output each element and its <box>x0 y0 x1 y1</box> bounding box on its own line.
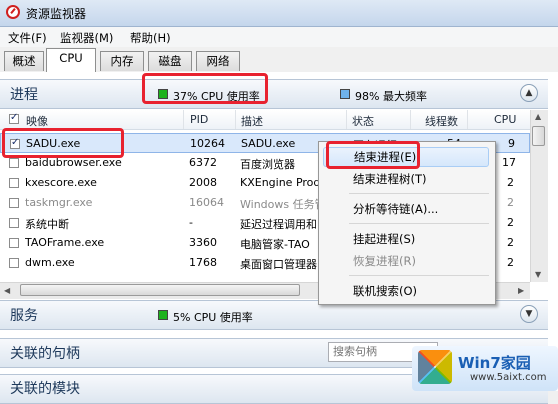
menu-item-search-online[interactable]: 联机搜索(O) <box>323 281 489 301</box>
end-process-highlight <box>326 141 420 169</box>
row-image: dwm.exe <box>25 256 75 269</box>
row-description: Windows 任务管 <box>240 198 318 211</box>
services-cpu-swatch <box>158 310 168 320</box>
tab-cpu[interactable]: CPU <box>46 48 96 73</box>
row-image: 系统中断 <box>25 218 69 231</box>
row-description: 电脑管家-TAO <box>240 238 310 251</box>
row-description: KXEngine Prod <box>240 176 318 189</box>
row-checkbox[interactable] <box>9 198 19 208</box>
column-image[interactable]: 映像 <box>26 113 48 129</box>
menu-separator <box>349 193 489 194</box>
column-description[interactable]: 描述 <box>241 113 263 129</box>
windows-logo-overlay <box>418 350 452 384</box>
row-cpu: 9 <box>508 137 515 150</box>
vertical-scroll-thumb[interactable] <box>532 126 545 146</box>
column-separator <box>410 110 411 129</box>
column-separator <box>346 110 347 129</box>
scroll-down-icon[interactable]: ▼ <box>535 270 541 279</box>
column-cpu[interactable]: CPU <box>494 113 516 126</box>
resource-monitor-icon <box>6 5 20 19</box>
max-frequency-label: 98% 最大频率 <box>355 90 427 103</box>
scroll-right-icon[interactable]: ▶ <box>518 286 524 295</box>
handles-section-title: 关联的句柄 <box>10 346 80 362</box>
row-pid: 6372 <box>189 156 217 169</box>
tab-overview[interactable]: 概述 <box>4 51 44 71</box>
process-section-header[interactable]: 进程 37% CPU 使用率 98% 最大频率 ▲ <box>0 79 548 109</box>
services-cpu-label: 5% CPU 使用率 <box>173 311 253 324</box>
tab-network[interactable]: 网络 <box>196 51 240 71</box>
row-image: kxescore.exe <box>25 176 97 189</box>
row-checkbox[interactable] <box>9 158 19 168</box>
row-image: taskmgr.exe <box>25 196 93 209</box>
window-title: 资源监视器 <box>26 7 87 21</box>
menu-item-suspend-process[interactable]: 挂起进程(S) <box>323 229 489 249</box>
row-checkbox[interactable] <box>9 258 19 268</box>
menu-monitor[interactable]: 监视器(M) <box>60 30 113 46</box>
row-cpu: 17 <box>502 156 516 169</box>
row-pid: 3360 <box>189 236 217 249</box>
cpu-usage-highlight <box>142 73 268 104</box>
menu-separator <box>349 275 489 276</box>
menu-item-resume-process[interactable]: 恢复进程(R) <box>323 251 489 271</box>
row-cpu: 2 <box>507 236 514 249</box>
row-description: 延迟过程调用和 <box>240 218 317 231</box>
scroll-left-icon[interactable]: ◀ <box>4 286 10 295</box>
row-cpu: 2 <box>507 176 514 189</box>
row-cpu: 2 <box>507 256 514 269</box>
menu-bar: 文件(F) 监视器(M) 帮助(H) <box>0 27 558 47</box>
scroll-up-icon[interactable]: ▲ <box>535 112 541 121</box>
row-pid: 10264 <box>190 137 225 150</box>
tab-memory[interactable]: 内存 <box>100 51 144 71</box>
row-pid: 2008 <box>189 176 217 189</box>
column-status[interactable]: 状态 <box>352 113 374 129</box>
column-pid[interactable]: PID <box>190 113 208 126</box>
max-frequency-swatch <box>340 89 350 99</box>
row-description: 桌面窗口管理器 <box>240 258 317 271</box>
tab-strip: 概述 CPU 内存 磁盘 网络 <box>0 48 558 73</box>
services-section-title: 服务 <box>10 308 38 324</box>
row-pid: - <box>189 216 193 229</box>
column-threads[interactable]: 线程数 <box>425 113 458 129</box>
row-image: TAOFrame.exe <box>25 236 105 249</box>
collapse-processes-button[interactable]: ▲ <box>520 84 538 102</box>
row-checkbox[interactable] <box>9 218 19 228</box>
row-description: 百度浏览器 <box>240 158 295 171</box>
menu-help[interactable]: 帮助(H) <box>130 30 171 46</box>
title-bar: 资源监视器 <box>0 0 558 27</box>
column-separator <box>467 110 468 129</box>
row-cpu: 2 <box>507 216 514 229</box>
select-all-checkbox[interactable] <box>9 112 19 124</box>
row-checkbox[interactable] <box>9 238 19 248</box>
menu-file[interactable]: 文件(F) <box>8 30 47 46</box>
tab-disk[interactable]: 磁盘 <box>148 51 192 71</box>
row-checkbox[interactable] <box>9 178 19 188</box>
horizontal-scroll-thumb[interactable] <box>20 284 300 296</box>
process-table-header: 映像 PID 描述 状态 线程数 CPU <box>0 110 530 130</box>
row-pid: 1768 <box>189 256 217 269</box>
expand-services-button[interactable]: ▼ <box>520 305 538 323</box>
row-pid: 16064 <box>189 196 224 209</box>
menu-separator <box>349 223 489 224</box>
watermark-url: www.5aixt.com <box>470 372 547 383</box>
watermark-title: Win7家园 <box>458 354 531 372</box>
menu-item-end-process-tree[interactable]: 结束进程树(T) <box>323 169 489 189</box>
column-separator <box>183 110 184 129</box>
column-separator <box>235 110 236 129</box>
row-cpu: 2 <box>507 196 514 209</box>
process-section-title: 进程 <box>10 87 38 103</box>
process-row-highlight <box>2 128 124 158</box>
menu-item-analyze-wait-chain[interactable]: 分析等待链(A)... <box>323 199 489 219</box>
modules-section-title: 关联的模块 <box>10 381 80 397</box>
